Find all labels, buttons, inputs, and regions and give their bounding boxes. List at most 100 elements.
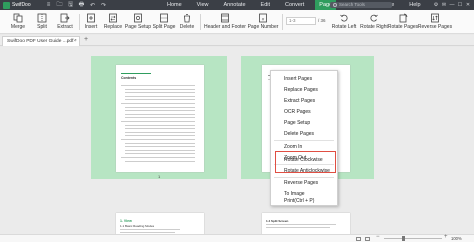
insert-icon (87, 13, 95, 23)
page-setup-label: Page Setup (124, 24, 152, 30)
close-tab-icon[interactable]: × (73, 37, 76, 46)
maximize-button[interactable]: ☐ (456, 0, 464, 10)
green-header-rule (121, 73, 151, 74)
status-bar: − + 100% (0, 234, 474, 242)
rotate-left-button[interactable]: Rotate Left (331, 10, 357, 34)
toc-line (125, 146, 195, 148)
menu-item-insert-pages[interactable]: Insert Pages (271, 74, 337, 84)
page-number-1: 1 (158, 174, 161, 179)
rotate-right-label: Rotate Right (360, 24, 388, 30)
page-number-button[interactable]: # Page Number (246, 10, 280, 34)
fit-page-icon[interactable] (365, 237, 370, 241)
save-icon[interactable]: 🖫 (65, 0, 76, 10)
delete-button[interactable]: Delete (177, 10, 197, 34)
page-setup-button[interactable]: Page Setup (124, 10, 152, 34)
replace-label: Replace (103, 24, 123, 30)
extract-button[interactable]: Extract (54, 10, 76, 34)
single-page-view-icon[interactable] (356, 237, 361, 241)
toolbar-divider (200, 14, 201, 30)
extract-label: Extract (57, 24, 73, 30)
zoom-out-button[interactable]: − (376, 234, 380, 240)
menu-divider (274, 140, 334, 141)
page-toolbar: Merge Split Extract Insert Replace Page … (0, 10, 474, 34)
rotate-pages-icon (399, 13, 408, 23)
reverse-pages-label: Reverse Pages (417, 24, 453, 30)
replace-button[interactable]: Replace (102, 10, 124, 34)
toc-line (121, 157, 195, 158)
merge-button[interactable]: Merge (6, 10, 30, 34)
menu-edit[interactable]: Edit (257, 0, 274, 10)
trash-icon (184, 14, 190, 23)
open-icon[interactable]: 🗀 (54, 0, 65, 10)
settings-icon[interactable]: ⚙ (432, 0, 440, 10)
page-number-icon: # (259, 13, 267, 23)
rotate-left-icon (340, 14, 348, 22)
header-footer-button[interactable]: Header and Footer (204, 10, 246, 34)
menu-item-print[interactable]: Print(Ctrl + P) (271, 197, 337, 206)
zoom-in-button[interactable]: + (444, 234, 448, 240)
page-4-heading: 1.4 Split Screen (266, 219, 289, 223)
text-line (266, 224, 336, 225)
document-tab[interactable]: SwifDoo PDF User Guide ...pdf * × (2, 36, 80, 46)
redo-icon[interactable]: ↷ (98, 2, 109, 9)
minimize-button[interactable]: — (448, 0, 456, 10)
toc-line (125, 131, 195, 133)
toc-line (125, 153, 195, 155)
print-icon[interactable]: 🖶 (76, 0, 87, 10)
header-footer-icon (221, 13, 229, 23)
close-button[interactable]: ✕ (464, 0, 472, 10)
split-page-label: Split Page (152, 24, 176, 30)
toc-line (125, 110, 195, 112)
page-range-input[interactable]: 1-3 (286, 17, 316, 25)
split-label: Split (37, 24, 47, 30)
logo-icon (3, 1, 10, 9)
toc-line (125, 124, 195, 126)
toolbar-divider (282, 14, 283, 30)
page-thumbnail-1[interactable]: Contents (116, 65, 204, 172)
context-menu: Insert Pages Replace Pages Extract Pages… (270, 70, 338, 206)
page-3-heading: 1. View (120, 219, 132, 223)
toc-line (125, 106, 195, 108)
menu-help[interactable]: Help (405, 0, 424, 10)
toc-line (125, 128, 195, 130)
search-input[interactable]: Search Tools (330, 2, 392, 8)
reverse-pages-button[interactable]: Reverse Pages (417, 10, 453, 34)
page-thumbnail-area: Contents 1 2 1. View 1.1 Basic Reading M… (0, 47, 474, 234)
zoom-slider[interactable] (384, 238, 442, 239)
page-thumbnail-3[interactable]: 1. View 1.1 Basic Reading Modes (116, 213, 204, 234)
menu-view[interactable]: View (193, 0, 213, 10)
insert-button[interactable]: Insert (82, 10, 100, 34)
mail-icon[interactable]: ✉ (440, 0, 448, 10)
toc-line (121, 103, 195, 104)
title-bar: SwifDoo ≡ 🗀 🖫 🖶 ↶ ↷ Home View Annotate E… (0, 0, 474, 10)
svg-text:#: # (262, 17, 265, 22)
rotate-pages-label: Rotate Pages (387, 24, 419, 30)
menu-item-extract-pages[interactable]: Extract Pages (271, 96, 337, 106)
add-tab-button[interactable]: + (84, 36, 88, 43)
split-icon (37, 13, 47, 23)
rotate-pages-button[interactable]: Rotate Pages (387, 10, 419, 34)
menu-annotate[interactable]: Annotate (220, 0, 250, 10)
page-number-label: Page Number (247, 24, 279, 30)
rotate-options-highlight (275, 151, 336, 173)
menu-item-replace-pages[interactable]: Replace Pages (271, 85, 337, 95)
menu-item-reverse-pages[interactable]: Reverse Pages (271, 178, 337, 188)
toc-line (121, 139, 195, 140)
hamburger-icon[interactable]: ≡ (43, 2, 54, 8)
zoom-slider-handle[interactable] (402, 236, 405, 241)
split-page-button[interactable]: Split Page (151, 10, 177, 34)
rotate-right-button[interactable]: Rotate Right (360, 10, 388, 34)
menu-item-delete-pages[interactable]: Delete Pages (271, 129, 337, 139)
menu-item-page-setup[interactable]: Page Setup (271, 118, 337, 128)
page-setup-icon (134, 13, 142, 23)
replace-icon (109, 13, 117, 23)
undo-icon[interactable]: ↶ (87, 2, 98, 9)
document-tab-bar: SwifDoo PDF User Guide ...pdf * × + (0, 35, 474, 46)
page-thumbnail-4[interactable]: 1.4 Split Screen (262, 213, 350, 234)
menu-convert[interactable]: Convert (281, 0, 308, 10)
split-button[interactable]: Split (32, 10, 52, 34)
menu-home[interactable]: Home (163, 0, 186, 10)
menu-item-ocr-pages[interactable]: OCR Pages (271, 107, 337, 117)
logo-text: SwifDoo (12, 2, 31, 8)
page-total: / 36 (318, 18, 326, 23)
